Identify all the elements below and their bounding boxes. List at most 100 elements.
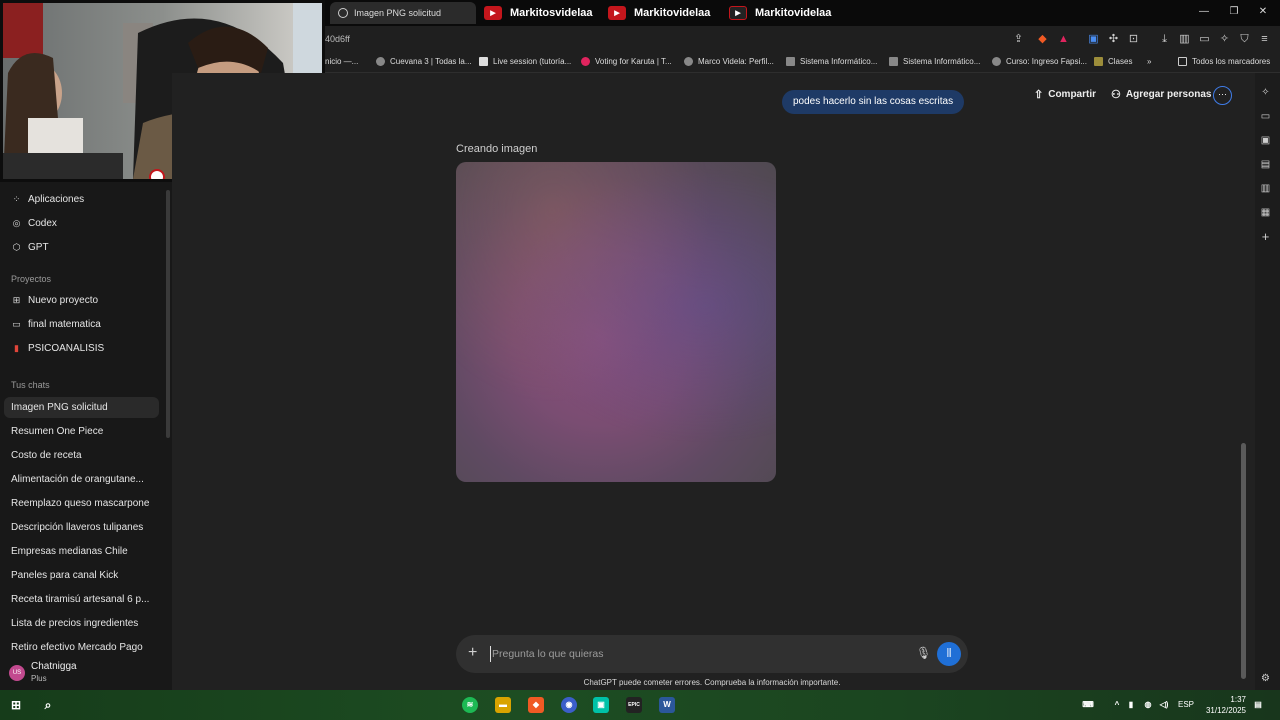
translate-icon[interactable]: ▣ (1087, 33, 1100, 46)
chat-item[interactable]: Receta tiramisú artesanal 6 p... (11, 594, 151, 605)
wallet-icon[interactable]: ▭ (1198, 33, 1211, 46)
word-icon[interactable]: W (659, 697, 675, 713)
karuta-icon (581, 57, 590, 66)
apps-icon: ⁘ (12, 194, 21, 204)
clock[interactable]: 1:37 31/12/2025 (1196, 694, 1246, 716)
sidebar-item-final-matematica[interactable]: ▭ final matematica (11, 319, 101, 330)
show-hidden-icons-icon[interactable]: ^ (1112, 697, 1122, 713)
creating-image-label: Creando imagen (456, 143, 538, 155)
vpn-shield-icon[interactable]: ⛉ (1238, 33, 1251, 46)
bookmarks-overflow-icon[interactable]: » (1147, 57, 1151, 66)
folder-icon: ▭ (12, 319, 21, 329)
microphone-icon[interactable]: 🎙︎ (916, 646, 931, 660)
more-options-button[interactable]: ··· (1213, 86, 1232, 105)
image-generation-placeholder (456, 162, 776, 482)
bookmark-item[interactable]: Sistema Informático... (786, 57, 877, 66)
notifications-icon[interactable]: ▤ (1252, 697, 1264, 713)
bookmark-item[interactable]: Live session (tutoría... (479, 57, 571, 66)
main-scrollbar[interactable] (1241, 443, 1246, 679)
chat-item[interactable]: Descripción llaveros tulipanes (11, 522, 151, 533)
brave-shield-icon[interactable]: ◆ (1036, 33, 1049, 46)
close-icon[interactable]: ✕ (1256, 6, 1270, 17)
tab-youtube-3[interactable]: ▶ Markitovidelaa (729, 2, 831, 24)
chat-item[interactable]: Costo de receta (11, 450, 151, 461)
bookmark-item[interactable]: Clases (1094, 57, 1132, 66)
chat-item[interactable]: Resumen One Piece (11, 426, 151, 437)
leo-ai-icon[interactable]: ✧ (1218, 33, 1231, 46)
search-icon[interactable]: ⌕ (40, 697, 56, 713)
share-page-icon[interactable]: ⇪ (1012, 33, 1025, 46)
composer: + 🎙︎ ⫼ (456, 635, 968, 673)
leo-icon[interactable]: ✧ (1259, 86, 1272, 99)
spotify-icon[interactable]: ≋ (462, 697, 478, 713)
brave-icon[interactable]: ◆ (528, 697, 544, 713)
app-icon[interactable]: ▣ (593, 697, 609, 713)
settings-gear-icon[interactable]: ⚙ (1259, 672, 1272, 685)
chat-item[interactable]: Retiro efectivo Mercado Pago (11, 642, 151, 653)
share-button[interactable]: ⇧ Compartir (1034, 88, 1096, 101)
chatgpt-icon (338, 8, 348, 18)
video-icon[interactable]: ▭ (1259, 110, 1272, 123)
sidebar-item-nuevo-proyecto[interactable]: ⊞ Nuevo proyecto (11, 295, 98, 306)
discord-icon[interactable]: ◉ (561, 697, 577, 713)
page-icon (479, 57, 488, 66)
chat-item[interactable]: Paneles para canal Kick (11, 570, 151, 581)
bookmark-item[interactable]: nicio —... (325, 57, 358, 66)
plus-icon[interactable]: + (468, 644, 477, 662)
add-people-button[interactable]: ⚇ Agregar personas (1111, 88, 1211, 101)
bookmark-item[interactable]: Sistema Informático... (889, 57, 980, 66)
chat-item[interactable]: Lista de precios ingredientes (11, 618, 151, 629)
minimize-icon[interactable]: — (1197, 6, 1211, 17)
projects-heading: Proyectos (11, 274, 52, 284)
news-icon[interactable]: ▦ (1259, 206, 1272, 219)
sidebar-item-gpt[interactable]: ⬡ GPT (11, 242, 49, 253)
folder-icon (1178, 57, 1187, 66)
youtube-icon: ▶ (484, 6, 502, 20)
volume-icon[interactable]: ◁) (1158, 697, 1170, 713)
chat-item[interactable]: Alimentación de orangutane... (11, 474, 151, 485)
sidebar-item-codex[interactable]: ◎ Codex (11, 218, 57, 229)
download-icon[interactable]: ⤓ (1158, 33, 1171, 46)
bookmarks-panel-icon[interactable]: ▤ (1259, 158, 1272, 171)
sidebar-item-aplicaciones[interactable]: ⁘ Aplicaciones (11, 194, 84, 205)
windows-start-icon[interactable]: ⊞ (8, 697, 24, 713)
menu-icon[interactable]: ≡ (1258, 33, 1271, 46)
all-bookmarks[interactable]: Todos los marcadores (1178, 57, 1270, 66)
mic-tray-icon[interactable]: ▮ (1126, 697, 1136, 713)
chat-item[interactable]: Empresas medianas Chile (11, 546, 151, 557)
sidebar-toggle-icon[interactable]: ▥ (1178, 33, 1191, 46)
tab-youtube-1[interactable]: ▶ Markitosvidelaa (484, 2, 593, 24)
clock-time: 1:37 (1230, 695, 1246, 704)
user-menu[interactable]: US Chatnigga Plus (0, 658, 172, 690)
chat-item[interactable]: Reemplazo queso mascarpone (11, 498, 151, 509)
file-explorer-icon[interactable]: ▬ (495, 697, 511, 713)
tab-youtube-2[interactable]: ▶ Markitovidelaa (608, 2, 710, 24)
bookmark-item[interactable]: Cuevana 3 | Todas la... (376, 57, 472, 66)
tab-label: Imagen PNG solicitud (354, 8, 442, 18)
screenshot-icon[interactable]: ⊡ (1127, 33, 1140, 46)
tab-imagen-png[interactable]: Imagen PNG solicitud (330, 2, 476, 24)
chat-item[interactable]: Imagen PNG solicitud (4, 397, 159, 418)
bookmark-item[interactable]: Marco Videla: Perfil... (684, 57, 774, 66)
add-panel-icon[interactable]: + (1259, 230, 1272, 243)
sidebar-scrollbar[interactable] (166, 190, 170, 438)
prompt-input[interactable] (490, 646, 890, 662)
bookmark-item[interactable]: Voting for Karuta | T... (581, 57, 672, 66)
epic-games-icon[interactable]: EPIC (626, 697, 642, 713)
extensions-icon[interactable]: ✣ (1107, 33, 1120, 46)
sidebar-item-psicoanalisis[interactable]: ▮ PSICOANALISIS (11, 343, 104, 354)
gpt-cube-icon: ⬡ (12, 242, 21, 252)
brave-rewards-icon[interactable]: ▲ (1057, 33, 1070, 46)
restore-icon[interactable]: ❐ (1227, 6, 1241, 17)
site-icon (889, 57, 898, 66)
language-indicator[interactable]: ESP (1178, 700, 1194, 709)
network-icon[interactable]: ◍ (1142, 697, 1154, 713)
reading-list-icon[interactable]: ▥ (1259, 182, 1272, 195)
url-text[interactable]: 40d6ff (325, 34, 350, 44)
voice-mode-button[interactable]: ⫼ (937, 642, 961, 666)
keyboard-icon[interactable]: ⌨ (1081, 697, 1095, 713)
folder-icon (1094, 57, 1103, 66)
bookmark-item[interactable]: Curso: Ingreso Fapsi... (992, 57, 1087, 66)
avatar: US (9, 665, 25, 681)
wallet-icon[interactable]: ▣ (1259, 134, 1272, 147)
